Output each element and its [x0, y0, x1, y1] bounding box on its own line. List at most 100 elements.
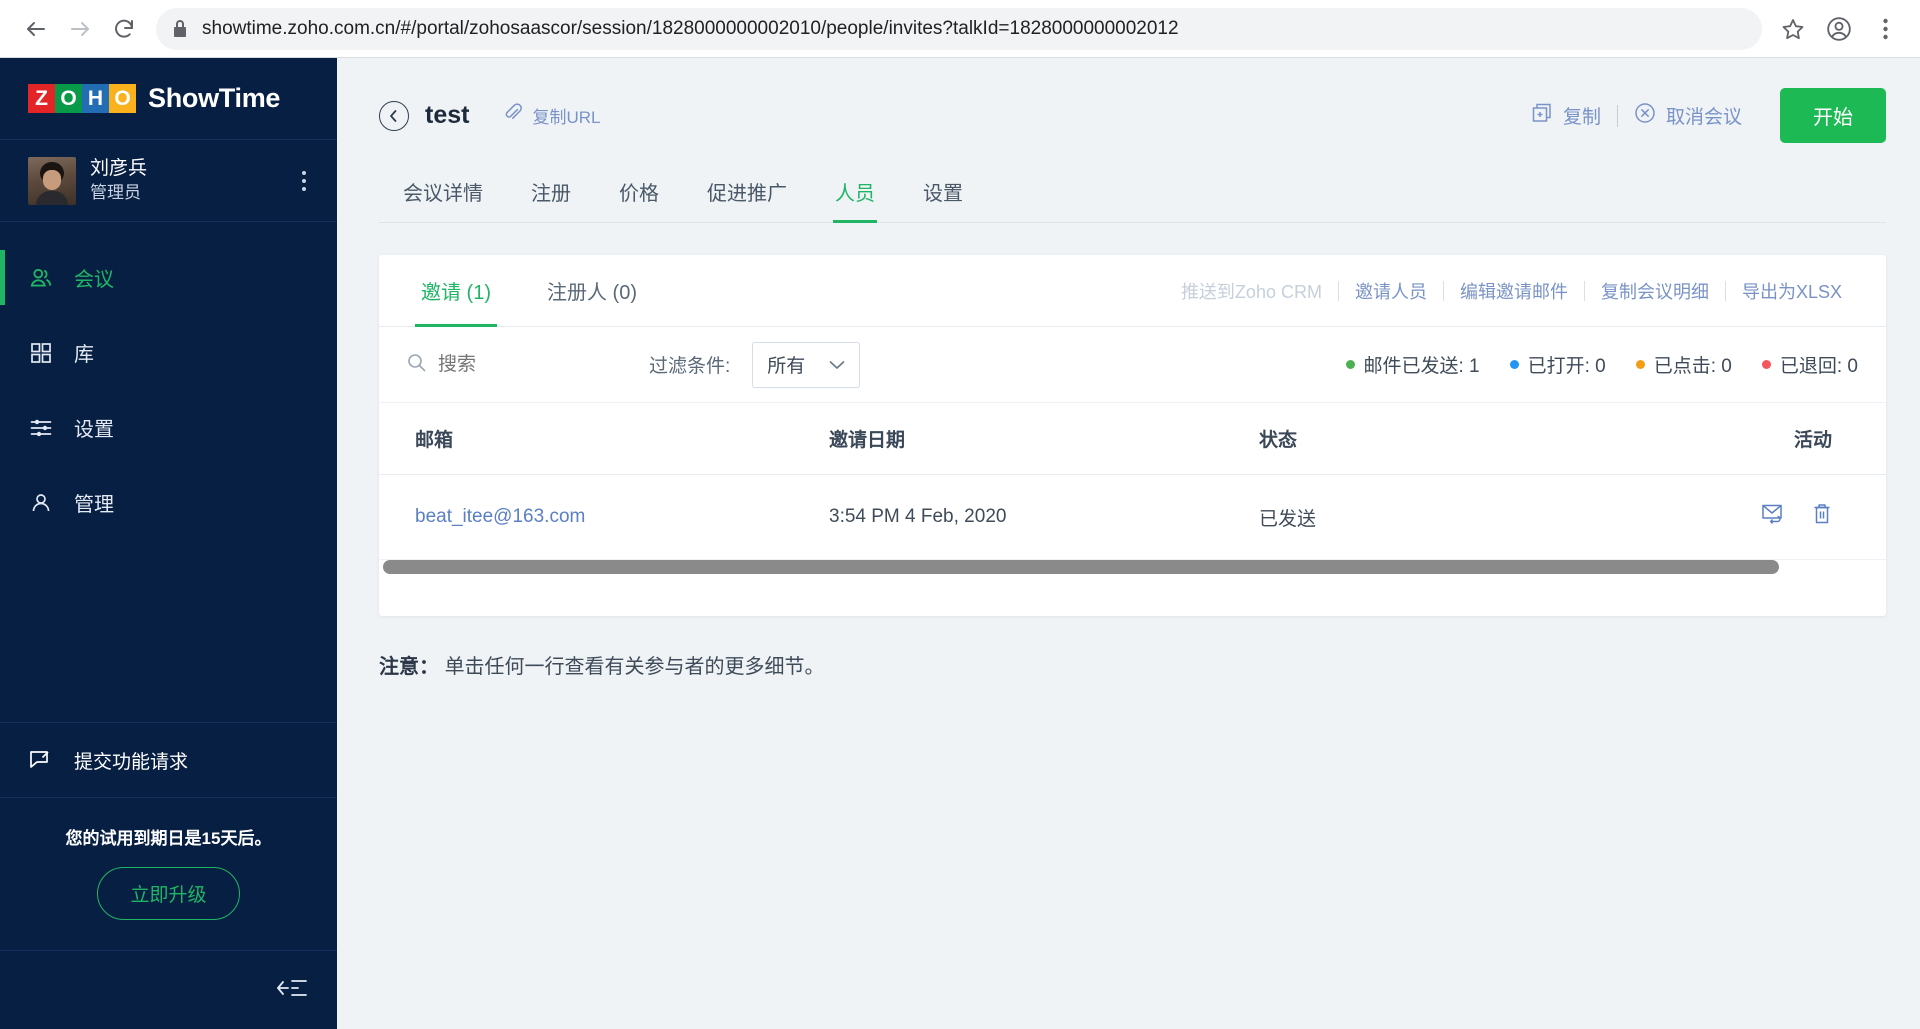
link-export-xlsx[interactable]: 导出为XLSX — [1726, 278, 1858, 304]
horizontal-scroll-area — [379, 560, 1886, 574]
filter-row: 过滤条件: 所有 邮件已发送: 1 已打开: 0 — [379, 327, 1886, 403]
table-row[interactable]: beat_itee@163.com 3:54 PM 4 Feb, 2020 已发… — [379, 474, 1886, 560]
feedback-icon — [28, 747, 54, 773]
browser-menu-icon[interactable] — [1864, 8, 1906, 50]
bookmark-star-icon[interactable] — [1772, 8, 1814, 50]
sidebar-nav: 会议 库 设置 管理 — [0, 222, 337, 540]
app-shell: Z O H O ShowTime 刘彦兵 管理员 会议 库 设置 管理 提交功能… — [0, 58, 1920, 1029]
trial-expiry-text: 您的试用到期日是15天后。 — [65, 829, 272, 848]
stat-dot — [1761, 360, 1771, 369]
tab-promotion[interactable]: 促进推广 — [683, 165, 811, 222]
admin-user-icon — [28, 490, 54, 516]
stat-dot — [1509, 360, 1519, 369]
sidebar: Z O H O ShowTime 刘彦兵 管理员 会议 库 设置 管理 提交功能… — [0, 58, 337, 1029]
trial-block: 您的试用到期日是15天后。 立即升级 — [0, 798, 337, 951]
duplicate-session-button[interactable]: 复制 — [1515, 102, 1617, 130]
filter-selected-value: 所有 — [767, 356, 806, 377]
resend-email-icon[interactable] — [1761, 503, 1786, 531]
note-prefix: 注意： — [379, 656, 439, 678]
link-invite-people[interactable]: 邀请人员 — [1339, 278, 1443, 304]
zoho-logo-icon: Z O H O — [28, 84, 136, 114]
invite-status-cell: 已发送 — [1259, 474, 1639, 560]
browser-forward-button[interactable] — [58, 7, 102, 51]
search-box[interactable] — [407, 353, 577, 377]
card-footer-space — [379, 574, 1886, 616]
horizontal-scrollbar-track[interactable] — [383, 560, 1882, 574]
sidebar-item-label: 管理 — [74, 494, 114, 516]
logo-letter-o1: O — [55, 84, 82, 113]
tab-people[interactable]: 人员 — [811, 165, 899, 223]
settings-sliders-icon — [28, 415, 54, 441]
browser-reload-button[interactable] — [102, 7, 146, 51]
sidebar-item-library[interactable]: 库 — [0, 315, 337, 390]
stat-label: 已退回: 0 — [1779, 356, 1858, 377]
delete-icon[interactable] — [1812, 503, 1832, 531]
back-circle-icon[interactable] — [379, 100, 409, 131]
copy-url-button[interactable]: 复制URL — [503, 103, 600, 128]
duplicate-icon — [1531, 102, 1553, 130]
sidebar-item-settings[interactable]: 设置 — [0, 390, 337, 465]
stat-label: 已点击: 0 — [1653, 356, 1732, 377]
lock-icon — [172, 19, 188, 38]
stat-label: 已打开: 0 — [1527, 356, 1606, 377]
sidebar-item-label: 设置 — [74, 419, 114, 441]
action-label: 取消会议 — [1665, 107, 1742, 128]
link-clip-icon — [503, 103, 523, 128]
url-text: showtime.zoho.com.cn/#/portal/zohosaasco… — [202, 17, 1179, 39]
card-tab-invites[interactable]: 邀请 (1) — [407, 255, 505, 327]
column-header-email[interactable]: 邮箱 — [379, 403, 829, 475]
column-header-invite-date[interactable]: 邀请日期 — [829, 403, 1259, 475]
note-text: 单击任何一行查看有关参与者的更多细节。 — [444, 656, 825, 678]
submit-feature-request-button[interactable]: 提交功能请求 — [0, 722, 337, 798]
avatar — [28, 156, 76, 205]
tab-settings[interactable]: 设置 — [899, 165, 987, 222]
page-title: test — [425, 101, 470, 129]
logo-letter-h: H — [82, 84, 109, 113]
brand-header[interactable]: Z O H O ShowTime — [0, 58, 337, 140]
library-grid-icon — [28, 340, 54, 366]
profile-avatar-icon[interactable] — [1818, 8, 1860, 50]
tab-pricing[interactable]: 价格 — [595, 165, 683, 222]
stat-dot — [1635, 360, 1645, 369]
main-content: test 复制URL 复制 取消会议 开始 会议详情 注册 价格 促进推广 人员… — [337, 58, 1920, 1029]
link-edit-invite-email[interactable]: 编辑邀请邮件 — [1444, 278, 1584, 304]
filter-select[interactable]: 所有 — [752, 341, 861, 388]
invite-date-cell: 3:54 PM 4 Feb, 2020 — [829, 474, 1259, 560]
collapse-row — [0, 951, 337, 1029]
sidebar-item-sessions[interactable]: 会议 — [0, 240, 337, 315]
link-push-to-zoho-crm[interactable]: 推送到Zoho CRM — [1165, 278, 1338, 304]
column-header-activity[interactable]: 活动 — [1639, 403, 1886, 475]
user-role: 管理员 — [90, 182, 141, 202]
search-input[interactable] — [438, 353, 558, 376]
sidebar-item-label: 会议 — [74, 269, 114, 291]
stat-clicked: 已点击: 0 — [1635, 351, 1732, 378]
browser-back-button[interactable] — [14, 7, 58, 51]
tab-registration[interactable]: 注册 — [507, 165, 595, 222]
stat-dot — [1345, 360, 1355, 369]
session-tabs: 会议详情 注册 价格 促进推广 人员 设置 — [379, 165, 1886, 223]
logo-letter-z: Z — [28, 84, 55, 113]
invitee-email-link[interactable]: beat_itee@163.com — [415, 506, 585, 527]
stat-label: 邮件已发送: 1 — [1363, 356, 1480, 377]
stat-opened: 已打开: 0 — [1509, 351, 1606, 378]
sidebar-item-admin[interactable]: 管理 — [0, 465, 337, 540]
column-header-status[interactable]: 状态 — [1259, 403, 1639, 475]
link-copy-session-details[interactable]: 复制会议明细 — [1585, 278, 1725, 304]
upgrade-now-button[interactable]: 立即升级 — [97, 867, 240, 920]
user-menu-kebab-icon[interactable] — [293, 167, 315, 195]
horizontal-scrollbar-thumb[interactable] — [383, 560, 1779, 574]
stat-sent: 邮件已发送: 1 — [1345, 351, 1480, 378]
start-session-button[interactable]: 开始 — [1780, 88, 1886, 143]
copy-url-label: 复制URL — [532, 108, 601, 127]
collapse-sidebar-icon[interactable] — [277, 977, 307, 1004]
tab-session-details[interactable]: 会议详情 — [379, 165, 507, 222]
card-tab-registrants[interactable]: 注册人 (0) — [533, 255, 651, 326]
feature-request-label: 提交功能请求 — [74, 751, 189, 773]
cancel-session-button[interactable]: 取消会议 — [1618, 102, 1758, 130]
address-bar[interactable]: showtime.zoho.com.cn/#/portal/zohosaasco… — [156, 7, 1762, 50]
action-label: 复制 — [1562, 107, 1601, 128]
page-header: test 复制URL 复制 取消会议 开始 会议详情 注册 价格 促进推广 人员… — [337, 58, 1920, 223]
product-name: ShowTime — [148, 83, 281, 113]
user-profile-block[interactable]: 刘彦兵 管理员 — [0, 140, 337, 222]
